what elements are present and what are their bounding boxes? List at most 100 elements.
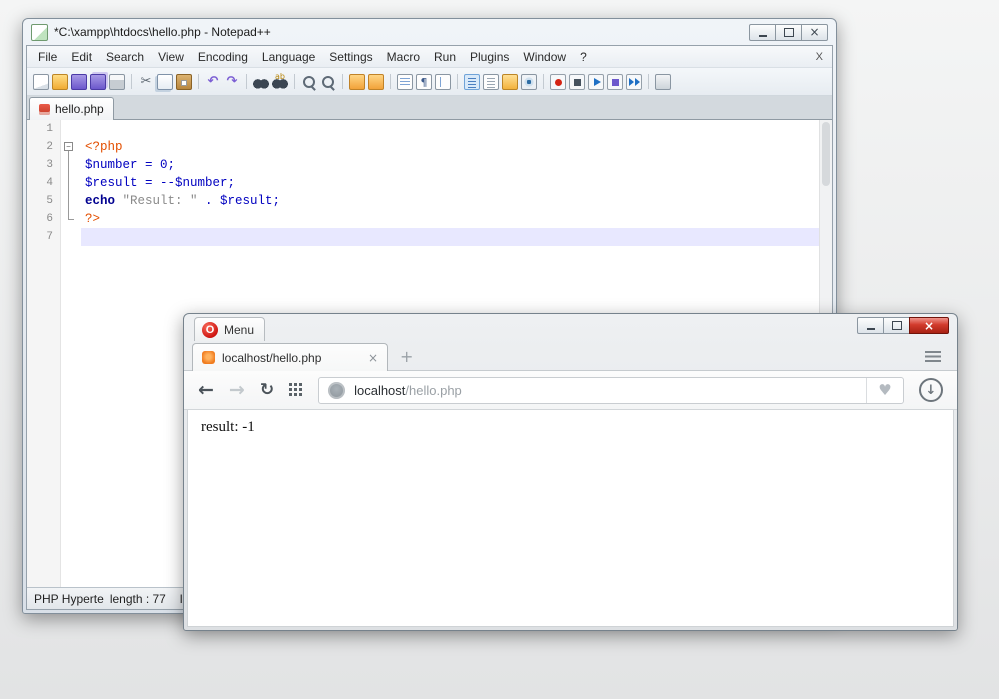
site-badge-icon[interactable]: [328, 382, 345, 399]
menu-language[interactable]: Language: [255, 48, 322, 66]
code-token: .: [198, 194, 221, 208]
fold-collapse-marker[interactable]: [61, 138, 81, 156]
monitoring-icon[interactable]: [521, 74, 537, 90]
menu-window[interactable]: Window: [516, 48, 573, 66]
code-token: $result;: [220, 194, 280, 208]
toolbar-separator: [246, 74, 247, 89]
notepad-titlebar[interactable]: *C:\xampp\htdocs\hello.php - Notepad++ ×: [23, 19, 836, 45]
code-text: <?php: [81, 138, 832, 156]
menu-close-button[interactable]: X: [816, 51, 823, 63]
show-all-characters-icon[interactable]: [416, 74, 432, 90]
toolbar-separator: [294, 74, 295, 89]
download-button[interactable]: ↓: [919, 378, 943, 402]
menu-help[interactable]: ?: [573, 48, 594, 66]
menu-run[interactable]: Run: [427, 48, 463, 66]
maximize-button[interactable]: [775, 24, 802, 41]
menu-view[interactable]: View: [151, 48, 191, 66]
line-number: 5: [27, 192, 61, 210]
minimize-button[interactable]: [857, 317, 884, 334]
cut-icon[interactable]: [138, 74, 154, 90]
status-doc-type: PHP Hyperte: [34, 592, 104, 606]
menu-edit[interactable]: Edit: [64, 48, 99, 66]
open-icon[interactable]: [52, 74, 68, 90]
code-token: $number = 0;: [85, 158, 175, 172]
address-host: localhost: [354, 383, 405, 398]
minimize-button[interactable]: [749, 24, 776, 41]
toolbar-separator: [342, 74, 343, 89]
fold-margin: [61, 120, 81, 138]
opera-titlebar[interactable]: O Menu ×: [184, 314, 957, 341]
opera-menu-button[interactable]: O Menu: [194, 317, 265, 341]
toolbar-separator: [543, 74, 544, 89]
zoom-in-icon[interactable]: [301, 74, 317, 90]
line-number: 3: [27, 156, 61, 174]
sync-scroll-vertical-icon[interactable]: [349, 74, 365, 90]
redo-icon[interactable]: [224, 74, 240, 90]
save-icon[interactable]: [71, 74, 87, 90]
undo-icon[interactable]: [205, 74, 221, 90]
code-line: 3 $number = 0;: [27, 156, 832, 174]
tab-menu-icon[interactable]: [925, 351, 941, 362]
find-icon[interactable]: [253, 74, 269, 90]
opera-toolbar: ← → ↻ localhost /hello.php ♥ ↓: [184, 370, 957, 410]
bookmark-button[interactable]: ♥: [866, 378, 903, 403]
reload-button[interactable]: ↻: [260, 382, 274, 399]
tab-hello-php[interactable]: hello.php: [29, 97, 114, 120]
opera-menu-label: Menu: [224, 323, 254, 337]
save-all-icon[interactable]: [90, 74, 106, 90]
minimize-icon: [759, 35, 767, 37]
notepad-tabbar: hello.php: [27, 96, 832, 120]
sync-scroll-horizontal-icon[interactable]: [368, 74, 384, 90]
document-map-icon[interactable]: [464, 74, 480, 90]
minimize-icon: [867, 328, 875, 330]
unsaved-file-icon: [39, 104, 50, 115]
edit-toolbar-icon[interactable]: [655, 74, 671, 90]
close-button[interactable]: ×: [801, 24, 828, 41]
line-number: 1: [27, 120, 61, 138]
forward-button[interactable]: →: [229, 381, 245, 400]
save-macro-icon[interactable]: [607, 74, 623, 90]
menu-encoding[interactable]: Encoding: [191, 48, 255, 66]
run-multiple-icon[interactable]: [626, 74, 642, 90]
tab-localhost-hello-php[interactable]: localhost/hello.php ×: [192, 343, 388, 371]
zoom-out-icon[interactable]: [320, 74, 336, 90]
menu-plugins[interactable]: Plugins: [463, 48, 516, 66]
opera-tabbar: localhost/hello.php × +: [184, 341, 957, 370]
menu-search[interactable]: Search: [99, 48, 151, 66]
code-text: echo "Result: " . $result;: [81, 192, 832, 210]
folder-workspace-icon[interactable]: [502, 74, 518, 90]
print-icon[interactable]: [109, 74, 125, 90]
speed-dial-icon[interactable]: [289, 383, 303, 397]
gutter: [27, 246, 61, 587]
indent-guide-icon[interactable]: [435, 74, 451, 90]
menu-settings[interactable]: Settings: [322, 48, 379, 66]
tab-label: hello.php: [55, 102, 104, 116]
menu-file[interactable]: File: [31, 48, 64, 66]
close-button[interactable]: ×: [909, 317, 949, 334]
back-button[interactable]: ←: [198, 381, 214, 400]
tab-close-button[interactable]: ×: [368, 351, 378, 365]
replace-icon[interactable]: [272, 74, 288, 90]
fold-margin: [61, 192, 81, 210]
maximize-button[interactable]: [883, 317, 910, 334]
code-line: 1: [27, 120, 832, 138]
tab-label: localhost/hello.php: [222, 351, 361, 365]
record-macro-icon[interactable]: [550, 74, 566, 90]
play-macro-icon[interactable]: [588, 74, 604, 90]
code-line: 2 <?php: [27, 138, 832, 156]
new-file-icon[interactable]: [33, 74, 49, 90]
toolbar-separator: [198, 74, 199, 89]
menu-macro[interactable]: Macro: [380, 48, 427, 66]
copy-icon[interactable]: [157, 74, 173, 90]
paste-icon[interactable]: [176, 74, 192, 90]
notepad-toolbar: [27, 68, 832, 96]
function-list-icon[interactable]: [483, 74, 499, 90]
code-token: <?php: [85, 140, 123, 154]
heart-icon: ♥: [878, 381, 891, 399]
line-number: 7: [27, 228, 61, 246]
notepad-menubar: FileEditSearchViewEncodingLanguageSettin…: [27, 46, 832, 68]
word-wrap-icon[interactable]: [397, 74, 413, 90]
address-bar[interactable]: localhost /hello.php ♥: [318, 377, 904, 404]
new-tab-button[interactable]: +: [400, 349, 413, 365]
stop-macro-icon[interactable]: [569, 74, 585, 90]
